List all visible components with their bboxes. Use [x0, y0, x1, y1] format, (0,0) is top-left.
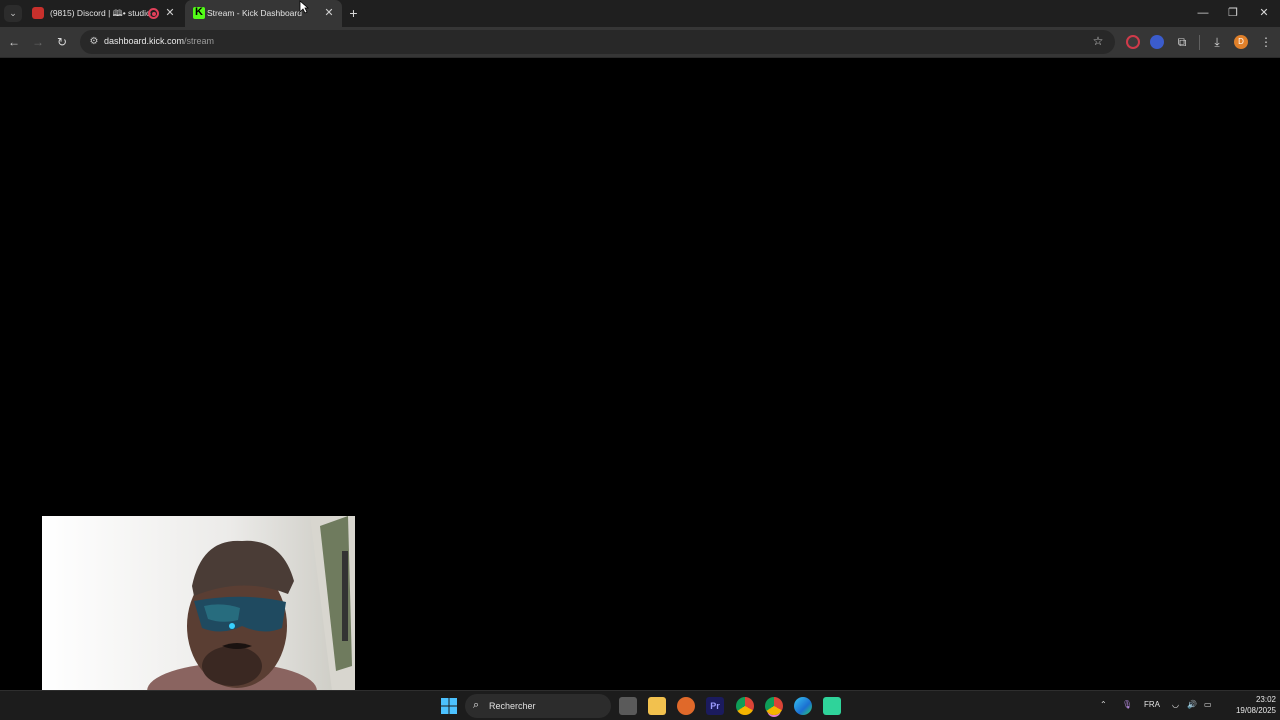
minimize-button[interactable]: — [1192, 5, 1214, 21]
stream-dashboard-content [0, 57, 1280, 691]
close-icon[interactable]: ✕ [322, 6, 336, 20]
kebab-icon[interactable]: ⋮ [1257, 33, 1275, 51]
app-icon[interactable] [823, 697, 841, 715]
windows-start-icon[interactable] [440, 697, 458, 715]
chrome-active-icon[interactable] [765, 697, 783, 715]
edge-icon[interactable] [794, 697, 812, 715]
kick-favicon-icon [193, 6, 205, 19]
chevron-down-icon[interactable]: ⌄ [4, 5, 22, 22]
tune-icon[interactable]: ⚙ [86, 34, 102, 50]
language-indicator[interactable]: FRA [1144, 700, 1160, 709]
premiere-pro-icon[interactable]: Pr [706, 697, 724, 715]
arrow-left-icon[interactable]: ← [5, 33, 23, 51]
date: 19/08/2025 [1235, 706, 1276, 715]
time: 23:02 [1255, 695, 1276, 704]
microphone-icon[interactable]: 🎙 [1122, 700, 1132, 709]
close-window-button[interactable]: ✕ [1253, 5, 1275, 21]
windows-taskbar: ⌕ Rechercher Pr ⌃ 🎙 FRA ◡ 🔊 ▭ 23:02 19/0… [0, 690, 1280, 720]
recording-icon [148, 8, 159, 19]
divider [1199, 35, 1200, 50]
fl-studio-icon[interactable] [677, 697, 695, 715]
tab-title: (9815) Discord | 🕮• studio [50, 8, 151, 18]
search-placeholder: Rechercher [489, 701, 536, 711]
webcam-feed-image [42, 516, 355, 691]
clock[interactable]: 23:02 19/08/2025 [1218, 694, 1276, 716]
tab-kick-dashboard[interactable]: Stream - Kick Dashboard ✕ [185, 0, 342, 27]
avatar[interactable]: D [1234, 35, 1248, 49]
tab-discord[interactable]: (9815) Discord | 🕮• studio ✕ [24, 0, 184, 27]
download-icon[interactable]: ⤓ [1208, 33, 1226, 51]
mouse-cursor-icon [299, 0, 309, 14]
file-explorer-icon[interactable] [648, 697, 666, 715]
reload-icon[interactable]: ↻ [53, 33, 71, 51]
restore-button[interactable]: ❐ [1222, 5, 1244, 21]
battery-icon[interactable]: ▭ [1204, 700, 1212, 709]
close-icon[interactable]: ✕ [163, 6, 177, 20]
puzzle-icon[interactable]: ⧉ [1173, 33, 1191, 51]
translate-extension-icon[interactable] [1150, 35, 1164, 49]
record-extension-icon[interactable] [1126, 35, 1140, 49]
task-view-icon[interactable] [619, 697, 637, 715]
search-icon: ⌕ [473, 699, 480, 711]
url-text[interactable]: dashboard.kick.com/stream [104, 36, 214, 46]
arrow-right-icon[interactable]: → [29, 33, 47, 51]
plus-icon[interactable]: + [345, 5, 362, 22]
chrome-icon[interactable] [736, 697, 754, 715]
address-bar[interactable]: ⚙ dashboard.kick.com/stream ☆ [80, 30, 1115, 54]
tab-strip: ⌄ (9815) Discord | 🕮• studio ✕ Stream - … [0, 0, 1280, 27]
wifi-icon[interactable]: ◡ [1172, 700, 1179, 709]
discord-favicon-icon [32, 7, 44, 19]
taskbar-search[interactable]: ⌕ Rechercher [465, 694, 611, 718]
browser-toolbar: ← → ↻ ⚙ dashboard.kick.com/stream ☆ ⧉ ⤓ … [0, 27, 1280, 57]
chevron-up-icon[interactable]: ⌃ [1100, 700, 1107, 709]
webcam-overlay [42, 516, 355, 691]
star-icon[interactable]: ☆ [1090, 34, 1106, 50]
volume-icon[interactable]: 🔊 [1187, 700, 1197, 709]
